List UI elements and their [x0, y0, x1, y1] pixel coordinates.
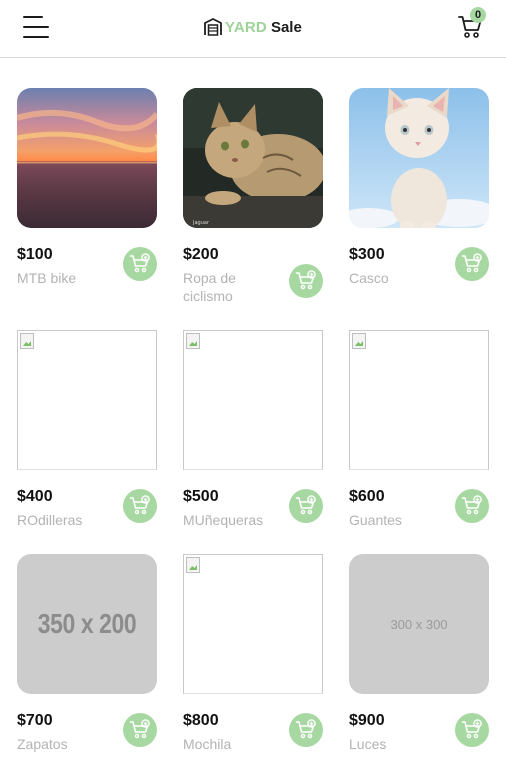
placeholder-label: 350 x 200 [37, 608, 137, 639]
product-image[interactable] [183, 330, 323, 470]
broken-image-icon [20, 333, 34, 349]
product-image[interactable] [17, 330, 157, 470]
product-price: $400 [17, 488, 53, 505]
product-name: ROdilleras [17, 512, 83, 528]
product-price: $500 [183, 488, 219, 505]
menu-button[interactable] [23, 15, 49, 39]
product-card[interactable]: 350 x 200 $700 Zapatos [17, 554, 157, 773]
logo-text-sale: Sale [270, 18, 302, 36]
product-name: MUñequeras [183, 512, 264, 528]
product-image[interactable]: 300 x 300 [349, 554, 489, 694]
placeholder-label: 300 x 300 [390, 616, 448, 632]
product-card[interactable]: $800 Mochila [183, 554, 323, 773]
cart-count-badge: 0 [470, 7, 486, 23]
product-card[interactable]: $300 Casco [349, 88, 489, 308]
product-price: $600 [349, 488, 385, 505]
hamburger-icon-line [23, 26, 49, 28]
add-to-cart-button[interactable] [289, 713, 323, 747]
hamburger-icon-line [23, 16, 43, 18]
product-name: Casco [349, 270, 389, 286]
product-image[interactable] [183, 554, 323, 694]
add-to-cart-button[interactable] [455, 489, 489, 523]
product-price: $900 [349, 712, 385, 729]
broken-image-icon [186, 557, 200, 573]
product-name: Guantes [349, 512, 402, 528]
broken-image-icon [186, 333, 200, 349]
cart-plus-icon [129, 253, 150, 273]
add-to-cart-button[interactable] [123, 489, 157, 523]
product-name: Ropa de ciclismo [183, 270, 236, 304]
sand-cat-photo: Jaguar [183, 88, 323, 228]
product-image[interactable] [349, 88, 489, 228]
cart-plus-icon [295, 270, 316, 290]
product-name: MTB bike [17, 270, 77, 286]
garage-icon [204, 18, 222, 36]
product-image[interactable] [17, 88, 157, 228]
product-card[interactable]: 300 x 300 $900 Luces [349, 554, 489, 773]
product-name: Mochila [183, 736, 232, 752]
product-price: $800 [183, 712, 219, 729]
product-price: $200 [183, 246, 219, 263]
product-image[interactable]: Jaguar [183, 88, 323, 228]
product-price: $300 [349, 246, 385, 263]
product-card[interactable]: $100 MTB bike [17, 88, 157, 308]
add-to-cart-button[interactable] [455, 247, 489, 281]
cart-plus-icon [129, 719, 150, 739]
cart-plus-icon [461, 495, 482, 515]
add-to-cart-button[interactable] [123, 247, 157, 281]
product-image[interactable]: 350 x 200 [17, 554, 157, 694]
add-to-cart-button[interactable] [455, 713, 489, 747]
cart-plus-icon [461, 253, 482, 273]
cart-button[interactable]: 0 [458, 7, 486, 39]
product-name: Luces [349, 736, 387, 752]
add-to-cart-button[interactable] [289, 489, 323, 523]
product-image[interactable] [349, 330, 489, 470]
sunset-photo [17, 88, 157, 228]
product-card[interactable]: $600 Guantes [349, 330, 489, 550]
product-price: $100 [17, 246, 53, 263]
product-price: $700 [17, 712, 53, 729]
cart-plus-icon [129, 495, 150, 515]
product-card[interactable]: Jaguar $200 Ropa de ciclismo [183, 88, 323, 308]
product-card[interactable]: $400 ROdilleras [17, 330, 157, 550]
cart-plus-icon [295, 719, 316, 739]
product-card[interactable]: $500 MUñequeras [183, 330, 323, 550]
cart-plus-icon [461, 719, 482, 739]
add-to-cart-button[interactable] [123, 713, 157, 747]
kitten-photo [349, 88, 489, 228]
hamburger-icon-line [23, 36, 49, 38]
product-name: Zapatos [17, 736, 68, 752]
broken-image-icon [352, 333, 366, 349]
app-header: YARD Sale 0 [0, 0, 506, 58]
cart-plus-icon [295, 495, 316, 515]
svg-text:Jaguar: Jaguar [192, 220, 210, 226]
add-to-cart-button[interactable] [289, 264, 323, 298]
logo-text-yard: YARD [225, 18, 267, 36]
app-logo[interactable]: YARD Sale [203, 16, 302, 38]
